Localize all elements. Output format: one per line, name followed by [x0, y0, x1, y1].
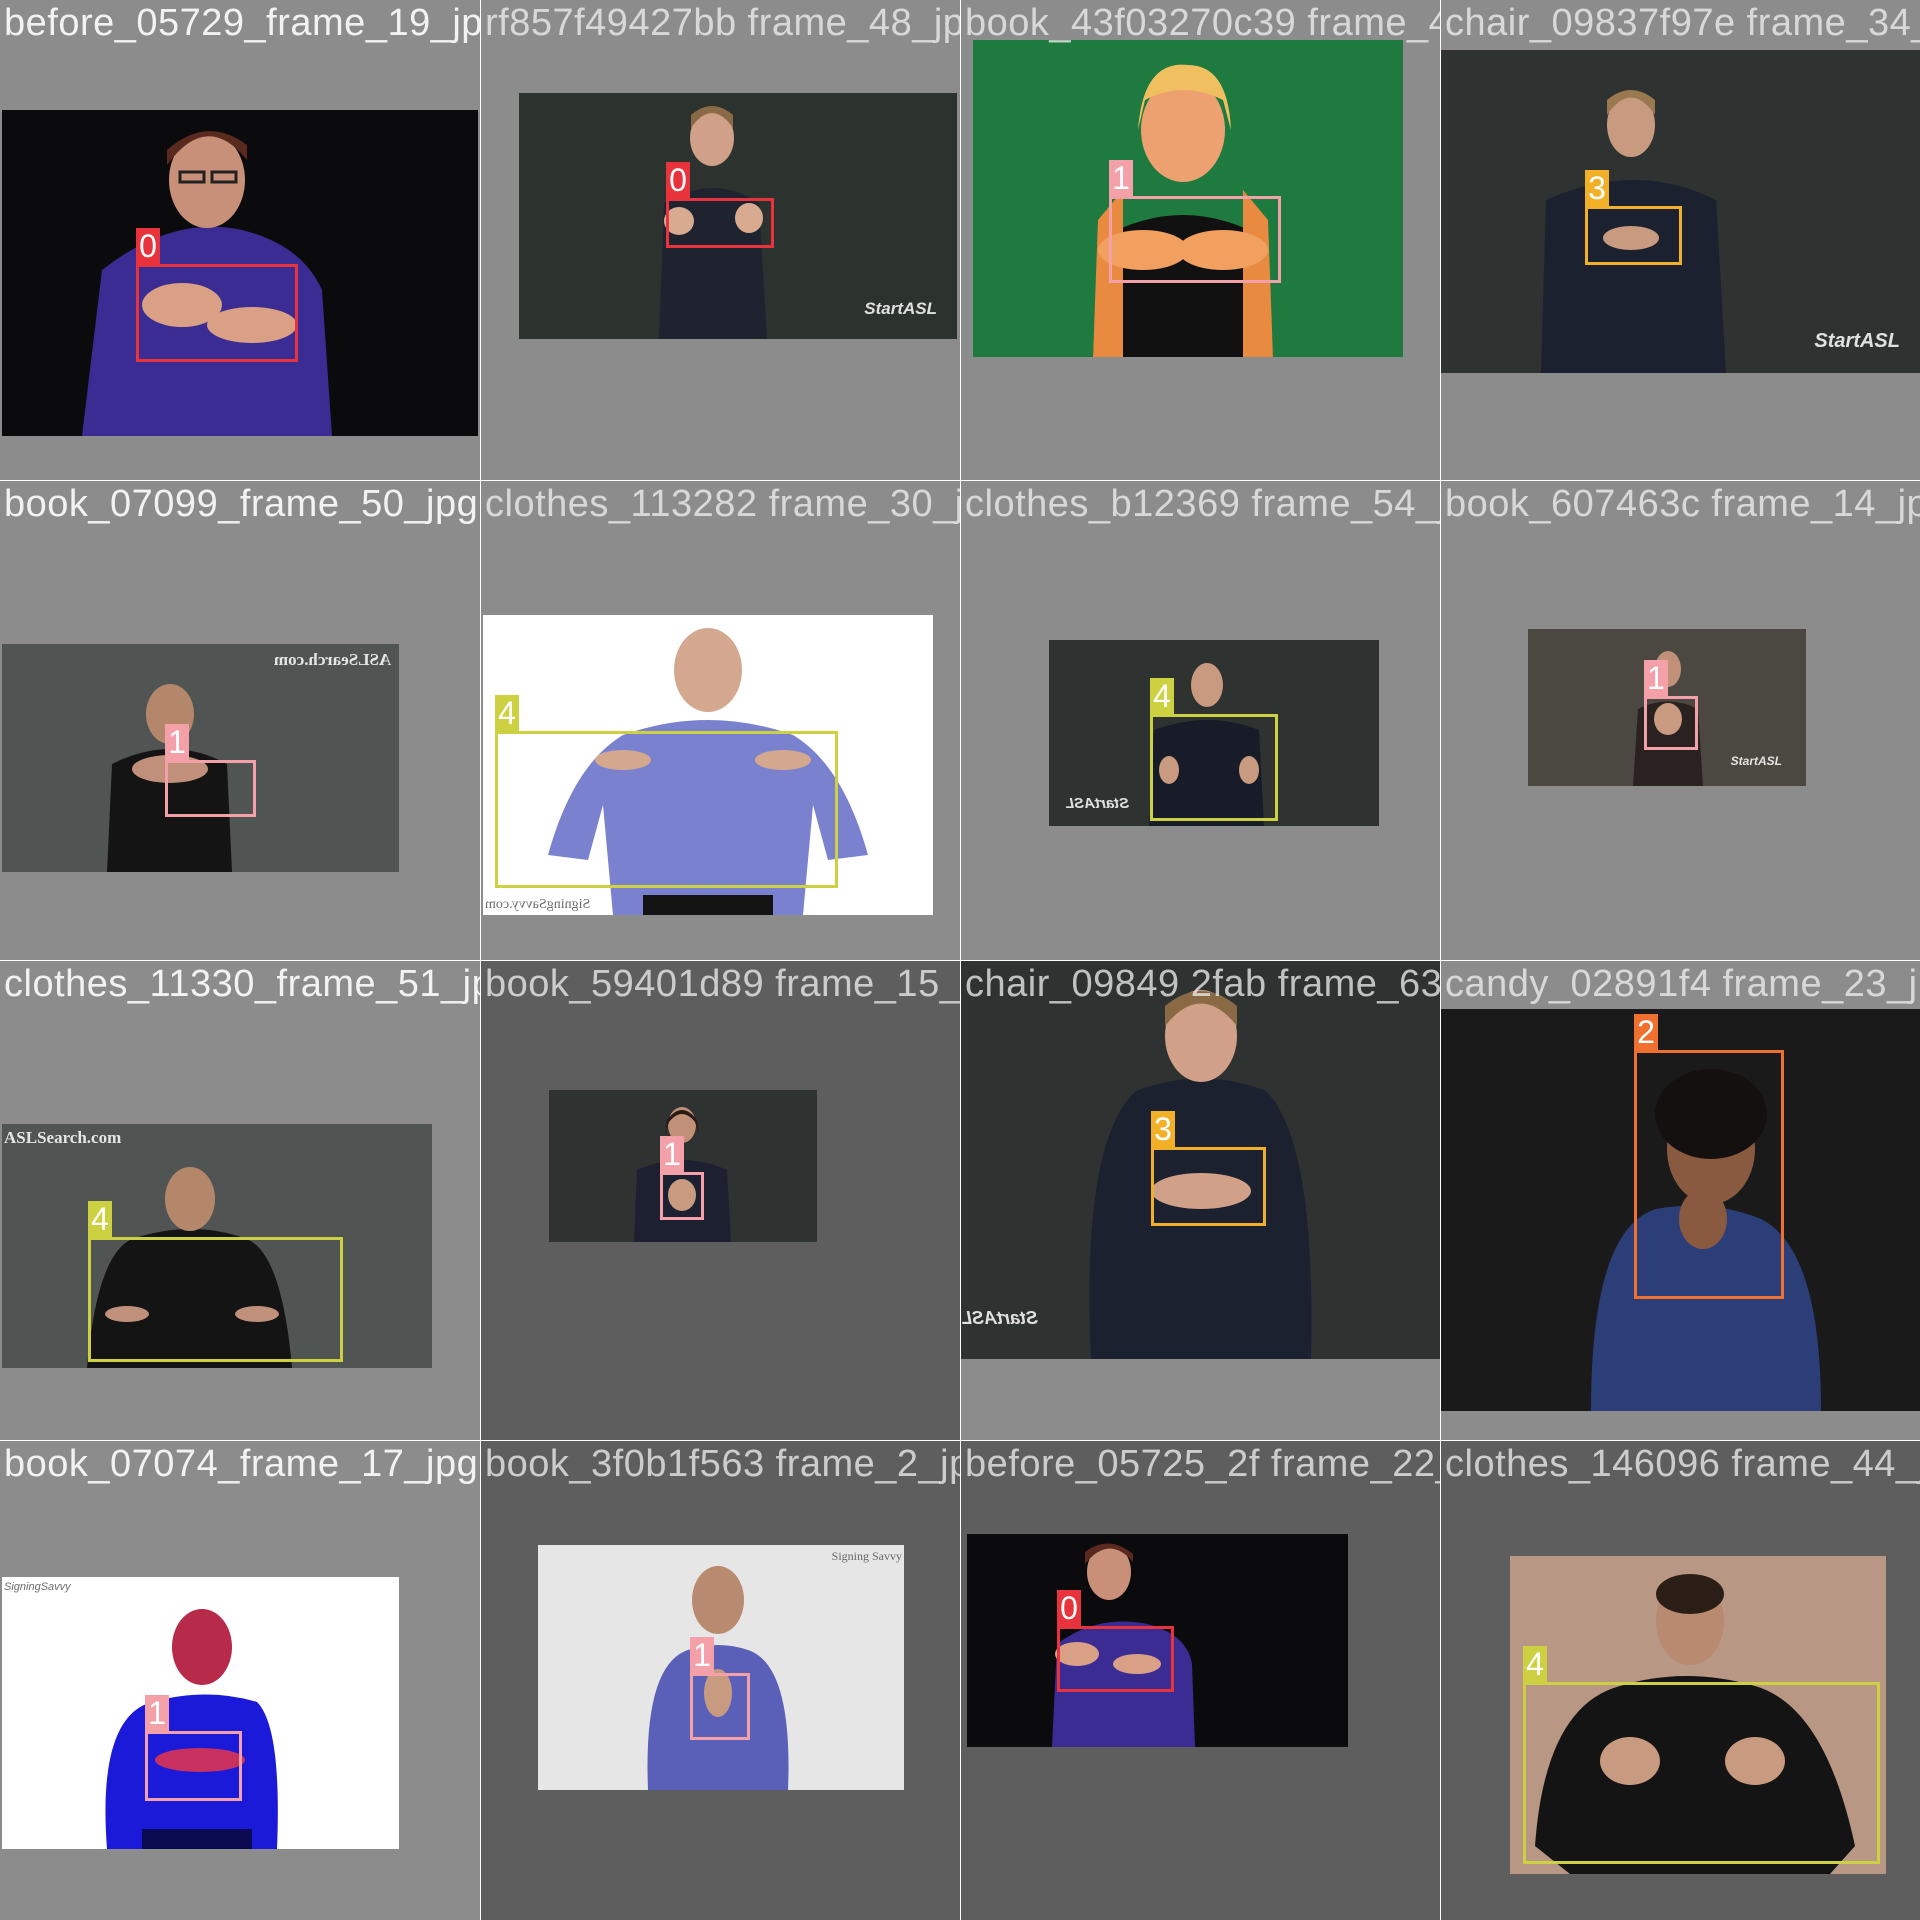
- tile-2: StartASL 0 rf857f49427bb frame_48_jpg: [481, 0, 960, 480]
- tile-filename: clothes_11330_frame_51_jpg: [4, 963, 480, 1005]
- tile-filename: before_05729_frame_19_jpg: [4, 2, 480, 44]
- bounding-box: [666, 198, 774, 248]
- bounding-box: [1151, 1147, 1266, 1226]
- photo: Signing Savvy: [538, 1545, 904, 1790]
- class-label: 0: [666, 162, 690, 198]
- bounding-box: [165, 760, 256, 817]
- tile-filename: clothes_b12369 frame_54_jpg: [965, 483, 1440, 525]
- class-label: 1: [1109, 160, 1133, 196]
- tile-filename: book_3f0b1f563 frame_2_jpg.r: [485, 1443, 960, 1485]
- watermark: ASLSearch.com: [4, 1128, 122, 1147]
- signer-figure: [647, 1566, 789, 1790]
- class-label: 0: [1057, 1590, 1081, 1626]
- bounding-box: [690, 1673, 750, 1740]
- bounding-box: [1523, 1682, 1880, 1864]
- tile-filename: book_607463c frame_14_jpg.: [1445, 483, 1920, 525]
- watermark: ASLSearch.com: [273, 650, 391, 669]
- tile-8: StartASL 1 book_607463c frame_14_jpg.: [1441, 481, 1920, 960]
- tile-12: 2 candy_02891f4 frame_23_jpg: [1441, 961, 1920, 1440]
- tile-6: SigningSavvy.com 4 clothes_113282 frame_…: [481, 481, 960, 960]
- watermark: StartASL: [961, 1308, 1039, 1328]
- class-label: 1: [660, 1136, 684, 1172]
- tile-7: StartASL 4 clothes_b12369 frame_54_jpg: [961, 481, 1440, 960]
- watermark: StartASL: [1730, 754, 1782, 768]
- tile-filename: before_05725_2f frame_22_jpg: [965, 1443, 1440, 1485]
- tile-16: 4 clothes_146096 frame_44_jp: [1441, 1441, 1920, 1920]
- signer-figure: [107, 684, 232, 872]
- tile-10: 1 book_59401d89 frame_15_jpg.: [481, 961, 960, 1440]
- watermark: SigningSavvy: [4, 1581, 71, 1593]
- class-label: 2: [1634, 1014, 1658, 1050]
- watermark: StartASL: [1814, 330, 1900, 352]
- tile-5: ASLSearch.com 1 book_07099_frame_50_jpg.: [0, 481, 480, 960]
- tile-filename: book_43f03270c39 frame_45_jpg.: [965, 2, 1440, 44]
- tile-filename: book_07099_frame_50_jpg.: [4, 483, 480, 525]
- bounding-box: [136, 264, 298, 362]
- tile-9: ASLSearch.com 4 clothes_11330_frame_51_j…: [0, 961, 480, 1440]
- bounding-box: [1057, 1626, 1174, 1692]
- signer-figure: [105, 1609, 278, 1849]
- tile-filename: clothes_146096 frame_44_jp: [1445, 1443, 1920, 1485]
- class-label: 4: [495, 695, 519, 731]
- class-label: 4: [1523, 1646, 1547, 1682]
- tile-15: 0 before_05725_2f frame_22_jpg: [961, 1441, 1440, 1920]
- photo: ASLSearch.com: [2, 644, 399, 872]
- class-label: 1: [690, 1637, 714, 1673]
- tile-filename: book_59401d89 frame_15_jpg.: [485, 963, 960, 1005]
- class-label: 1: [145, 1695, 169, 1731]
- watermark: StartASL: [864, 299, 937, 318]
- class-label: 3: [1151, 1111, 1175, 1147]
- class-label: 4: [1150, 678, 1174, 714]
- class-label: 0: [136, 228, 160, 264]
- class-label: 1: [165, 724, 189, 760]
- bounding-box: [1585, 206, 1682, 265]
- tile-11: StartASL 3 chair_09849 2fab frame_63_jpg…: [961, 961, 1440, 1440]
- bounding-box: [1150, 714, 1278, 821]
- bounding-box: [1634, 1050, 1784, 1299]
- class-label: 1: [1644, 660, 1668, 696]
- class-label: 4: [88, 1201, 112, 1237]
- bounding-box: [88, 1237, 343, 1362]
- tile-1: 0 before_05729_frame_19_jpg: [0, 0, 480, 480]
- mosaic-grid: 0 before_05729_frame_19_jpg StartASL 0 r…: [0, 0, 1920, 1920]
- tile-filename: candy_02891f4 frame_23_jpg: [1445, 963, 1920, 1005]
- watermark: StartASL: [1065, 795, 1130, 812]
- tile-filename: rf857f49427bb frame_48_jpg: [485, 2, 960, 44]
- tile-filename: book_07074_frame_17_jpg.: [4, 1443, 480, 1485]
- bounding-box: [1644, 696, 1698, 750]
- bounding-box: [495, 731, 838, 888]
- tile-4: StartASL 3 chair_09837f97e frame_34_jpg.: [1441, 0, 1920, 480]
- bounding-box: [660, 1172, 704, 1220]
- tile-13: SigningSavvy 1 book_07074_frame_17_jpg.: [0, 1441, 480, 1920]
- photo: SigningSavvy: [2, 1577, 399, 1849]
- tile-3: 1 book_43f03270c39 frame_45_jpg.: [961, 0, 1440, 480]
- bounding-box: [1109, 196, 1281, 283]
- watermark: SigningSavvy.com: [485, 897, 591, 912]
- tile-filename: chair_09837f97e frame_34_jpg.: [1445, 2, 1920, 44]
- class-label: 3: [1585, 170, 1609, 206]
- tile-filename: chair_09849 2fab frame_63_jpg.: [965, 963, 1440, 1005]
- tile-14: Signing Savvy 1 book_3f0b1f563 frame_2_j…: [481, 1441, 960, 1920]
- watermark: Signing Savvy: [831, 1549, 902, 1563]
- bounding-box: [145, 1731, 242, 1801]
- tile-filename: clothes_113282 frame_30_jpg: [485, 483, 960, 525]
